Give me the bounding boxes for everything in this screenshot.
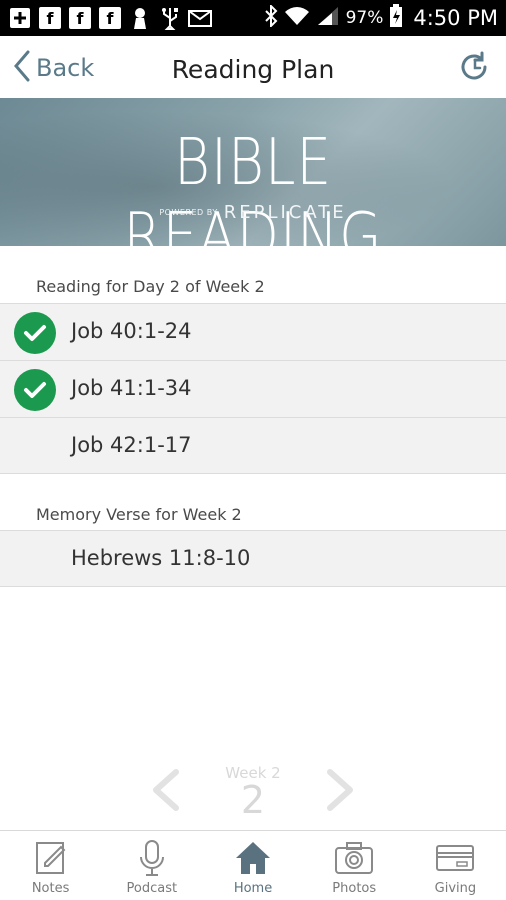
- keyhole-icon: [128, 6, 152, 30]
- plus-box-icon: [8, 6, 32, 30]
- usb-icon: [158, 6, 182, 30]
- microphone-icon: [132, 839, 172, 877]
- camera-icon: [334, 839, 374, 877]
- check-icon: [14, 369, 56, 411]
- bottom-tab-bar: Notes Podcast Home Photos Giving: [0, 830, 506, 900]
- bluetooth-icon: [264, 3, 278, 31]
- status-bar: f f f 97% 4:50 PM: [0, 0, 506, 36]
- tab-label: Photos: [332, 881, 377, 896]
- reading-item[interactable]: Job 41:1-34: [0, 360, 506, 417]
- tab-label: Podcast: [126, 881, 178, 896]
- facebook-icon: f: [68, 6, 92, 30]
- tab-home[interactable]: Home: [202, 831, 303, 900]
- tab-giving[interactable]: Giving: [405, 831, 506, 900]
- memory-section-label: Memory Verse for Week 2: [36, 505, 242, 524]
- reading-item[interactable]: Job 42:1-17: [0, 417, 506, 474]
- banner-brand: REPLICATE: [223, 202, 347, 223]
- memory-verse-item[interactable]: Hebrews 11:8-10: [0, 530, 506, 587]
- tab-podcast[interactable]: Podcast: [101, 831, 202, 900]
- banner-powered-by: POWERED BY: [159, 208, 218, 217]
- page-title: Reading Plan: [171, 55, 335, 84]
- refresh-icon: [461, 51, 487, 80]
- tab-label: Giving: [434, 881, 477, 896]
- refresh-button[interactable]: [458, 50, 492, 84]
- reading-item-label: Job 42:1-17: [71, 433, 192, 457]
- facebook-icon: f: [38, 6, 62, 30]
- reading-item[interactable]: Job 40:1-24: [0, 303, 506, 360]
- chevron-right-icon: [327, 769, 353, 811]
- battery-percent: 97%: [345, 8, 384, 28]
- facebook-icon: f: [98, 6, 122, 30]
- tab-notes[interactable]: Notes: [0, 831, 101, 900]
- reading-section-label: Reading for Day 2 of Week 2: [36, 277, 265, 296]
- memory-list: Hebrews 11:8-10: [0, 530, 506, 587]
- notification-icons: f f f: [8, 6, 212, 30]
- tab-label: Notes: [31, 881, 70, 896]
- week-navigator: Week 2 2: [0, 760, 506, 830]
- reading-list: Job 40:1-24 Job 41:1-34 Job 42:1-17: [0, 303, 506, 474]
- wifi-icon: [284, 6, 310, 30]
- mail-icon: [188, 6, 212, 30]
- notes-icon: [31, 839, 71, 877]
- reading-item-label: Job 40:1-24: [71, 319, 192, 343]
- week-number: 2: [240, 778, 266, 822]
- tab-photos[interactable]: Photos: [304, 831, 405, 900]
- battery-charging-icon: [389, 4, 403, 32]
- signal-icon: [316, 6, 340, 30]
- app-header: Back Reading Plan: [0, 36, 506, 98]
- clock: 4:50 PM: [413, 6, 498, 30]
- home-icon: [233, 839, 273, 877]
- banner-image: BIBLE READING POWERED BY REPLICATE: [0, 98, 506, 246]
- check-icon: [14, 312, 56, 354]
- next-week-button[interactable]: [320, 768, 360, 812]
- banner-title: BIBLE READING: [123, 126, 383, 246]
- tab-label: Home: [233, 881, 273, 896]
- system-status: 97% 4:50 PM: [264, 3, 498, 32]
- banner-subtitle: POWERED BY REPLICATE: [0, 202, 506, 223]
- memory-verse-label: Hebrews 11:8-10: [71, 546, 251, 570]
- credit-card-icon: [435, 839, 475, 877]
- reading-item-label: Job 41:1-34: [71, 376, 192, 400]
